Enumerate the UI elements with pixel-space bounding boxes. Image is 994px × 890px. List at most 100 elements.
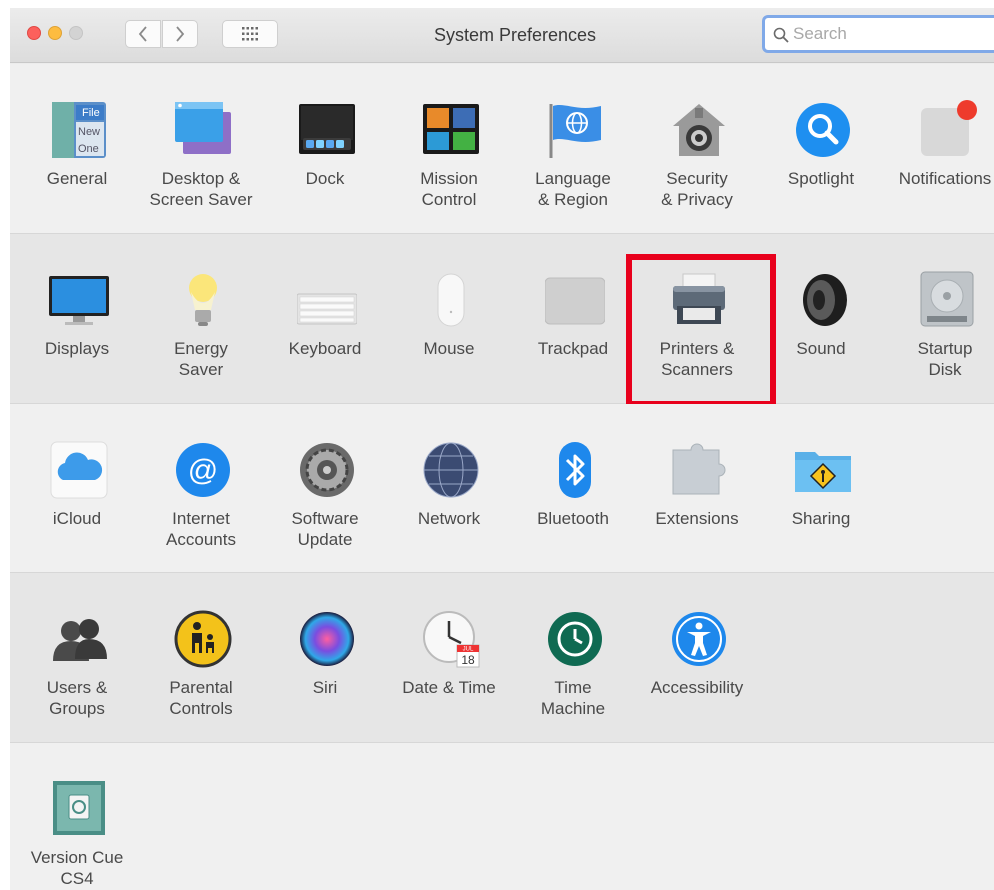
pref-label: iCloud — [52, 509, 102, 528]
pref-label: Keyboard — [288, 339, 362, 358]
system-preferences-window: System Preferences File New One General — [10, 8, 994, 890]
show-all-button[interactable] — [222, 20, 278, 48]
zoom-button[interactable] — [69, 26, 83, 40]
back-button[interactable] — [125, 20, 161, 48]
network-icon — [423, 442, 479, 498]
pref-label: Users & Groups — [46, 678, 108, 718]
pref-energy-saver[interactable]: Energy Saver — [139, 234, 263, 384]
search-input[interactable] — [793, 23, 983, 45]
search-box[interactable] — [762, 15, 994, 53]
chevron-left-icon — [138, 26, 147, 42]
dock-icon — [299, 104, 355, 154]
forward-button[interactable] — [162, 20, 198, 48]
startup-disk-icon — [920, 271, 974, 327]
siri-icon — [300, 612, 354, 666]
pref-spotlight[interactable]: Spotlight — [759, 64, 883, 214]
general-icon-new-text: New — [78, 126, 100, 138]
pref-label: Spotlight — [787, 169, 855, 188]
pref-notifications[interactable]: Notifications — [883, 64, 994, 214]
pref-security-privacy[interactable]: Security & Privacy — [635, 64, 759, 214]
pref-label: Date & Time — [402, 678, 496, 697]
pref-internet-accounts[interactable]: @ Internet Accounts — [139, 404, 263, 554]
minimize-button[interactable] — [48, 26, 62, 40]
pref-language-region[interactable]: Language & Region — [511, 64, 635, 214]
pref-icloud[interactable]: iCloud — [15, 404, 139, 554]
pref-mission-control[interactable]: Mission Control — [387, 64, 511, 214]
search-icon — [773, 27, 789, 43]
pref-label: Security & Privacy — [661, 169, 733, 209]
language-region-icon — [549, 104, 601, 158]
pref-label: Mouse — [423, 339, 475, 358]
pref-mouse[interactable]: Mouse — [387, 234, 511, 384]
pref-label: Trackpad — [537, 339, 609, 358]
pref-label: Software Update — [291, 509, 359, 549]
window-title: System Preferences — [433, 25, 597, 45]
pref-sharing[interactable]: Sharing — [759, 404, 883, 554]
pref-time-machine[interactable]: Time Machine — [511, 573, 635, 723]
pref-label: Internet Accounts — [166, 509, 236, 549]
pref-parental-controls[interactable]: Parental Controls — [139, 573, 263, 723]
pref-label: Startup Disk — [917, 339, 973, 379]
general-icon-file-text: File — [82, 107, 100, 119]
extensions-icon — [672, 443, 726, 495]
pref-label: Notifications — [898, 169, 992, 188]
accessibility-icon — [672, 612, 726, 666]
trackpad-icon — [545, 277, 605, 325]
preferences-row-internet: iCloud @ Internet Accounts Software Upda… — [10, 404, 994, 573]
pref-bluetooth[interactable]: Bluetooth — [511, 404, 635, 554]
pref-label: Dock — [305, 169, 345, 188]
preferences-row-personal: File New One General Desktop & Screen Sa… — [10, 64, 994, 234]
pref-sound[interactable]: Sound — [759, 234, 883, 384]
users-groups-icon — [53, 619, 107, 661]
keyboard-icon — [297, 293, 357, 325]
pref-network[interactable]: Network — [387, 404, 511, 554]
pref-users-groups[interactable]: Users & Groups — [15, 573, 139, 723]
security-privacy-icon — [673, 104, 725, 156]
pref-siri[interactable]: Siri — [263, 573, 387, 723]
pref-label: Time Machine — [540, 678, 606, 718]
close-button[interactable] — [27, 26, 41, 40]
toolbar: System Preferences — [10, 8, 994, 63]
time-machine-icon — [548, 612, 602, 666]
bluetooth-icon — [559, 442, 591, 498]
mission-control-icon — [423, 104, 479, 154]
pref-dock[interactable]: Dock — [263, 64, 387, 214]
pref-date-time[interactable]: JUL 18 Date & Time — [387, 573, 511, 723]
pref-general[interactable]: File New One General — [15, 64, 139, 214]
preferences-row-other: Version Cue CS4 — [10, 743, 994, 890]
pref-label: Sharing — [791, 509, 851, 528]
pref-version-cue[interactable]: Version Cue CS4 — [15, 743, 139, 890]
preferences-row-system: Users & Groups Parental Controls Siri JU… — [10, 573, 994, 743]
displays-icon — [49, 276, 109, 325]
pref-label: Sound — [796, 339, 846, 358]
date-time-icon: JUL 18 — [423, 611, 480, 668]
pref-label: Mission Control — [420, 169, 478, 209]
spotlight-icon — [796, 103, 850, 157]
pref-label: Language & Region — [535, 169, 611, 209]
pref-label: General — [46, 169, 108, 188]
chevron-right-icon — [176, 26, 185, 42]
pref-keyboard[interactable]: Keyboard — [263, 234, 387, 384]
pref-software-update[interactable]: Software Update — [263, 404, 387, 554]
pref-extensions[interactable]: Extensions — [635, 404, 759, 554]
date-time-day-text: 18 — [461, 653, 475, 667]
pref-accessibility[interactable]: Accessibility — [635, 573, 759, 723]
icloud-icon — [50, 441, 108, 499]
pref-trackpad[interactable]: Trackpad — [511, 234, 635, 384]
pref-label: Network — [417, 509, 481, 528]
sharing-icon — [795, 452, 851, 492]
general-icon: File New One — [52, 102, 106, 158]
highlight-box — [626, 254, 776, 407]
date-time-month-text: JUL — [463, 647, 474, 653]
pref-label: Bluetooth — [537, 509, 609, 528]
pref-label: Extensions — [655, 509, 739, 528]
pref-label: Version Cue CS4 — [30, 848, 124, 888]
pref-displays[interactable]: Displays — [15, 234, 139, 384]
energy-saver-icon — [189, 274, 217, 326]
mouse-icon — [437, 273, 465, 327]
grid-icon — [242, 27, 258, 41]
pref-startup-disk[interactable]: Startup Disk — [883, 234, 994, 384]
version-cue-icon — [53, 781, 105, 835]
pref-desktop-screen-saver[interactable]: Desktop & Screen Saver — [139, 64, 263, 214]
desktop-screensaver-icon — [175, 102, 231, 154]
